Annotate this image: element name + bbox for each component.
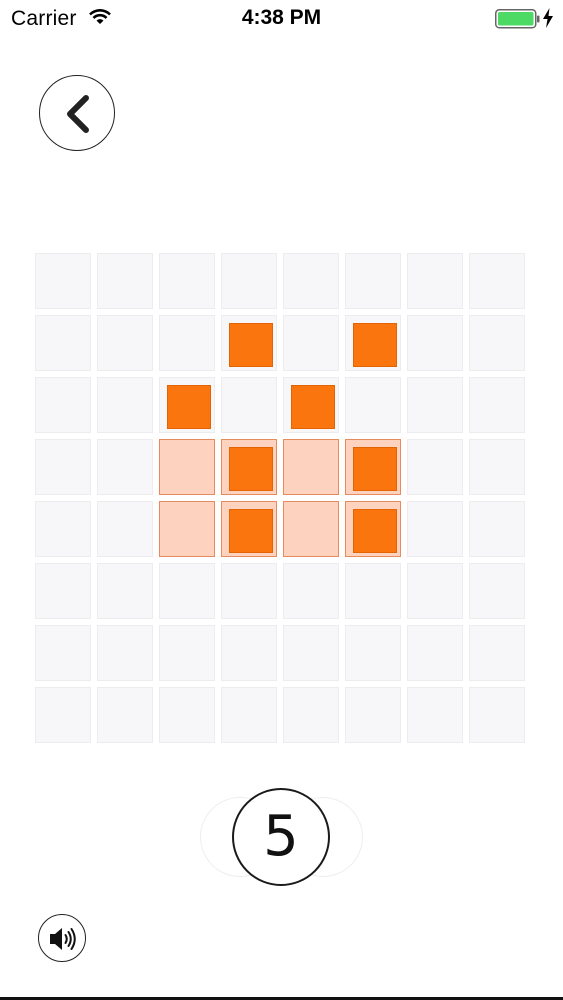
board-cell-r2-c3[interactable] xyxy=(221,377,277,433)
board-cell-r3-c0[interactable] xyxy=(35,439,91,495)
game-board xyxy=(35,253,529,747)
board-cell-r1-c3[interactable] xyxy=(221,315,277,371)
orange-piece[interactable] xyxy=(353,323,397,367)
board-cell-r6-c1[interactable] xyxy=(97,625,153,681)
board-cell-r4-c2[interactable] xyxy=(159,501,215,557)
orange-piece[interactable] xyxy=(353,509,397,553)
board-cell-r6-c3[interactable] xyxy=(221,625,277,681)
board-cell-r5-c4[interactable] xyxy=(283,563,339,619)
orange-piece[interactable] xyxy=(167,385,211,429)
chevron-left-icon xyxy=(67,95,89,133)
orange-piece[interactable] xyxy=(353,447,397,491)
board-cell-r5-c1[interactable] xyxy=(97,563,153,619)
board-cell-r4-c5[interactable] xyxy=(345,501,401,557)
board-cell-r1-c0[interactable] xyxy=(35,315,91,371)
board-cell-r6-c5[interactable] xyxy=(345,625,401,681)
speaker-icon xyxy=(50,928,76,950)
board-cell-r6-c2[interactable] xyxy=(159,625,215,681)
board-cell-r5-c3[interactable] xyxy=(221,563,277,619)
board-cell-r0-c6[interactable] xyxy=(407,253,463,309)
board-cell-r3-c1[interactable] xyxy=(97,439,153,495)
counter-value: 5 xyxy=(263,804,299,869)
board-cell-r4-c0[interactable] xyxy=(35,501,91,557)
orange-piece[interactable] xyxy=(229,323,273,367)
battery-icon xyxy=(495,9,541,34)
board-cell-r4-c1[interactable] xyxy=(97,501,153,557)
board-cell-r2-c6[interactable] xyxy=(407,377,463,433)
board-cell-r3-c6[interactable] xyxy=(407,439,463,495)
board-cell-r2-c0[interactable] xyxy=(35,377,91,433)
board-cell-r1-c2[interactable] xyxy=(159,315,215,371)
board-cell-r7-c3[interactable] xyxy=(221,687,277,743)
sound-button[interactable] xyxy=(38,914,86,962)
bolt-icon xyxy=(542,8,554,33)
board-cell-r6-c0[interactable] xyxy=(35,625,91,681)
board-cell-r1-c4[interactable] xyxy=(283,315,339,371)
board-cell-r5-c5[interactable] xyxy=(345,563,401,619)
board-cell-r0-c3[interactable] xyxy=(221,253,277,309)
board-cell-r0-c1[interactable] xyxy=(97,253,153,309)
board-cell-r7-c2[interactable] xyxy=(159,687,215,743)
moves-counter: 5 xyxy=(232,788,330,886)
board-cell-r2-c1[interactable] xyxy=(97,377,153,433)
board-cell-r0-c2[interactable] xyxy=(159,253,215,309)
board-cell-r7-c1[interactable] xyxy=(97,687,153,743)
board-cell-r1-c6[interactable] xyxy=(407,315,463,371)
board-cell-r7-c6[interactable] xyxy=(407,687,463,743)
status-bar: Carrier 4:38 PM xyxy=(0,0,563,40)
orange-piece[interactable] xyxy=(229,509,273,553)
orange-piece[interactable] xyxy=(229,447,273,491)
back-button[interactable] xyxy=(39,75,115,151)
board-cell-r7-c7[interactable] xyxy=(469,687,525,743)
orange-piece[interactable] xyxy=(291,385,335,429)
board-cell-r4-c7[interactable] xyxy=(469,501,525,557)
board-cell-r3-c5[interactable] xyxy=(345,439,401,495)
board-cell-r2-c4[interactable] xyxy=(283,377,339,433)
board-cell-r5-c7[interactable] xyxy=(469,563,525,619)
board-cell-r4-c6[interactable] xyxy=(407,501,463,557)
board-cell-r7-c0[interactable] xyxy=(35,687,91,743)
board-cell-r7-c4[interactable] xyxy=(283,687,339,743)
board-cell-r2-c2[interactable] xyxy=(159,377,215,433)
board-cell-r6-c6[interactable] xyxy=(407,625,463,681)
board-cell-r7-c5[interactable] xyxy=(345,687,401,743)
board-cell-r3-c4[interactable] xyxy=(283,439,339,495)
board-cell-r0-c7[interactable] xyxy=(469,253,525,309)
clock: 4:38 PM xyxy=(241,6,322,29)
board-cell-r4-c3[interactable] xyxy=(221,501,277,557)
board-cell-r0-c5[interactable] xyxy=(345,253,401,309)
board-cell-r5-c6[interactable] xyxy=(407,563,463,619)
board-cell-r0-c0[interactable] xyxy=(35,253,91,309)
board-cell-r6-c4[interactable] xyxy=(283,625,339,681)
board-cell-r6-c7[interactable] xyxy=(469,625,525,681)
board-cell-r5-c2[interactable] xyxy=(159,563,215,619)
board-cell-r0-c4[interactable] xyxy=(283,253,339,309)
board-cell-r2-c7[interactable] xyxy=(469,377,525,433)
board-cell-r1-c7[interactable] xyxy=(469,315,525,371)
board-cell-r3-c7[interactable] xyxy=(469,439,525,495)
board-cell-r5-c0[interactable] xyxy=(35,563,91,619)
board-cell-r1-c5[interactable] xyxy=(345,315,401,371)
board-cell-r1-c1[interactable] xyxy=(97,315,153,371)
board-cell-r2-c5[interactable] xyxy=(345,377,401,433)
board-cell-r3-c3[interactable] xyxy=(221,439,277,495)
board-cell-r4-c4[interactable] xyxy=(283,501,339,557)
board-cell-r3-c2[interactable] xyxy=(159,439,215,495)
